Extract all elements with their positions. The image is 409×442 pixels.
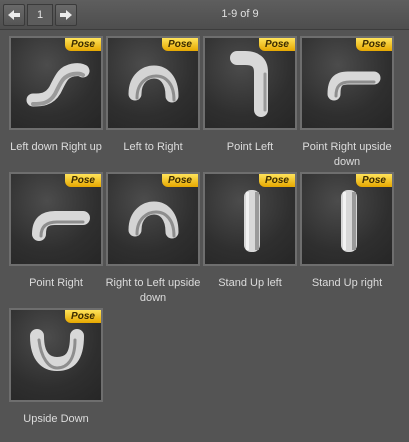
- pose-badge: Pose: [162, 174, 198, 187]
- tile-label: Point Left: [226, 141, 274, 153]
- tile-label: Stand Up right: [311, 277, 383, 289]
- tile-label: Point Right upside down: [302, 141, 392, 168]
- tile-label: Stand Up left: [218, 277, 282, 289]
- previous-page-button[interactable]: [3, 4, 25, 26]
- tile-label: Left to Right: [123, 141, 183, 153]
- pipe-arch-icon: [128, 65, 179, 103]
- pose-badge: Pose: [65, 174, 101, 187]
- pipe-arch-icon: [128, 201, 179, 239]
- tile-thumbnail[interactable]: Pose: [9, 172, 103, 266]
- tile-thumbnail[interactable]: Pose: [203, 172, 297, 266]
- next-page-button[interactable]: [55, 4, 77, 26]
- pager-toolbar: 1 1-9 of 9: [0, 0, 409, 30]
- page-number-field[interactable]: 1: [27, 4, 53, 26]
- tile-label: Right to Left upside down: [105, 277, 201, 304]
- tile-thumbnail[interactable]: Pose: [300, 172, 394, 266]
- tile-label: Upside Down: [23, 413, 89, 425]
- tile-thumbnail[interactable]: Pose: [9, 308, 103, 402]
- tile-thumbnail[interactable]: Pose: [9, 36, 103, 130]
- tile-thumbnail[interactable]: Pose: [106, 172, 200, 266]
- pose-badge: Pose: [356, 38, 392, 51]
- tile-thumbnail[interactable]: Pose: [106, 36, 200, 130]
- pose-badge: Pose: [65, 38, 101, 51]
- tile-label: Point Right: [29, 277, 83, 289]
- pose-badge: Pose: [259, 38, 295, 51]
- pose-badge: Pose: [259, 174, 295, 187]
- arrow-right-icon: [60, 10, 72, 20]
- pipe-elbow-left-icon: [230, 51, 268, 117]
- pipe-s-bend-icon: [26, 63, 90, 107]
- pipe-straight-vertical-icon: [341, 190, 357, 252]
- arrow-left-icon: [8, 10, 20, 20]
- pipe-straight-vertical-icon: [244, 190, 260, 252]
- pipe-elbow-right-down-icon: [327, 71, 381, 101]
- pose-badge: Pose: [356, 174, 392, 187]
- pose-badge: Pose: [162, 38, 198, 51]
- pose-badge: Pose: [65, 310, 101, 323]
- tile-thumbnail[interactable]: Pose: [203, 36, 297, 130]
- results-range-text: 1-9 of 9: [221, 8, 259, 20]
- pipe-elbow-right-icon: [32, 211, 90, 241]
- tile-label: Left down Right up: [10, 141, 102, 153]
- pipe-u-bend-icon: [30, 329, 84, 372]
- tile-thumbnail[interactable]: Pose: [300, 36, 394, 130]
